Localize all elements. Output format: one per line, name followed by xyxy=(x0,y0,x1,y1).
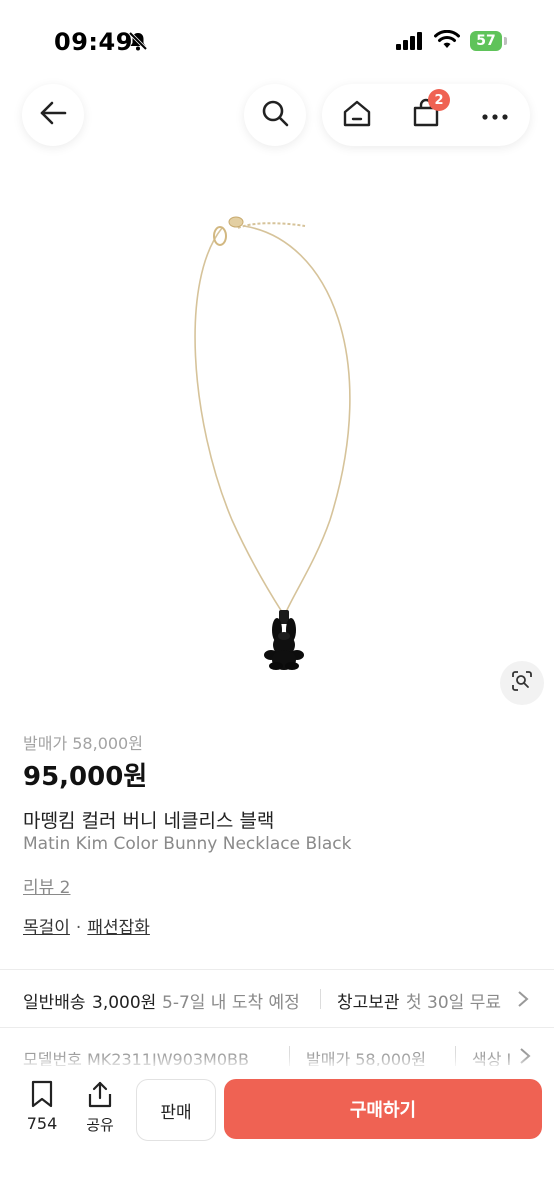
wifi-icon xyxy=(434,29,460,54)
battery-icon: 57 xyxy=(470,31,507,51)
back-arrow-icon xyxy=(38,98,68,132)
battery-percent: 57 xyxy=(476,33,496,49)
product-name-english: Matin Kim Color Bunny Necklace Black xyxy=(23,834,352,854)
share-button[interactable]: 공유 xyxy=(80,1080,120,1135)
share-label: 공유 xyxy=(86,1116,114,1134)
share-icon xyxy=(86,1081,114,1112)
more-icon xyxy=(481,106,509,125)
bottom-action-bar: 754 공유 판매 구매하기 xyxy=(0,1066,554,1200)
lens-icon xyxy=(510,669,534,697)
cart-count-badge: 2 xyxy=(427,89,450,111)
more-button[interactable] xyxy=(475,95,515,135)
category-separator: · xyxy=(75,918,82,938)
buy-button[interactable]: 구매하기 xyxy=(224,1079,542,1139)
shipping-type: 일반배송 xyxy=(23,993,86,1013)
status-bar: 09:49 57 xyxy=(0,0,554,80)
chevron-right-icon xyxy=(517,990,529,1012)
bookmark-button[interactable]: 754 xyxy=(22,1080,62,1133)
vertical-separator xyxy=(289,1046,290,1066)
storage-note: 첫 30일 무료 xyxy=(406,993,501,1013)
nav-actions-group: 2 xyxy=(322,84,530,146)
image-search-button[interactable] xyxy=(500,661,544,705)
review-link[interactable]: 리뷰 2 xyxy=(23,873,71,898)
category-breadcrumb: 목걸이 · 패션잡화 xyxy=(23,913,150,938)
status-time: 09:49 xyxy=(54,28,133,56)
vertical-separator xyxy=(455,1046,456,1066)
storage-label: 창고보관 xyxy=(337,993,400,1013)
bookmark-icon xyxy=(29,1080,55,1112)
product-image[interactable] xyxy=(0,160,554,720)
vertical-separator xyxy=(320,989,321,1009)
shipping-eta: 5-7일 내 도착 예정 xyxy=(162,993,300,1013)
divider xyxy=(0,1027,554,1028)
bookmark-count: 754 xyxy=(26,1114,58,1133)
search-button[interactable] xyxy=(244,84,306,146)
home-button[interactable] xyxy=(337,95,377,135)
original-price: 발매가 58,000원 xyxy=(23,734,143,753)
search-icon xyxy=(260,98,290,132)
signal-icon xyxy=(396,32,424,54)
bell-slash-icon xyxy=(127,30,149,52)
shipping-info-row[interactable]: 일반배송 3,000원 5-7일 내 도착 예정 창고보관 첫 30일 무료 xyxy=(0,970,554,1026)
current-price: 95,000원 xyxy=(23,762,148,792)
home-icon xyxy=(342,98,372,132)
cart-button[interactable]: 2 xyxy=(406,89,450,135)
category-necklace-link[interactable]: 목걸이 xyxy=(23,918,70,938)
back-button[interactable] xyxy=(22,84,84,146)
category-fashion-link[interactable]: 패션잡화 xyxy=(87,918,150,938)
product-name-korean: 마뗑킴 컬러 버니 네클리스 블랙 xyxy=(23,810,275,832)
shipping-fee: 3,000원 xyxy=(92,993,157,1013)
sell-button[interactable]: 판매 xyxy=(136,1079,216,1141)
